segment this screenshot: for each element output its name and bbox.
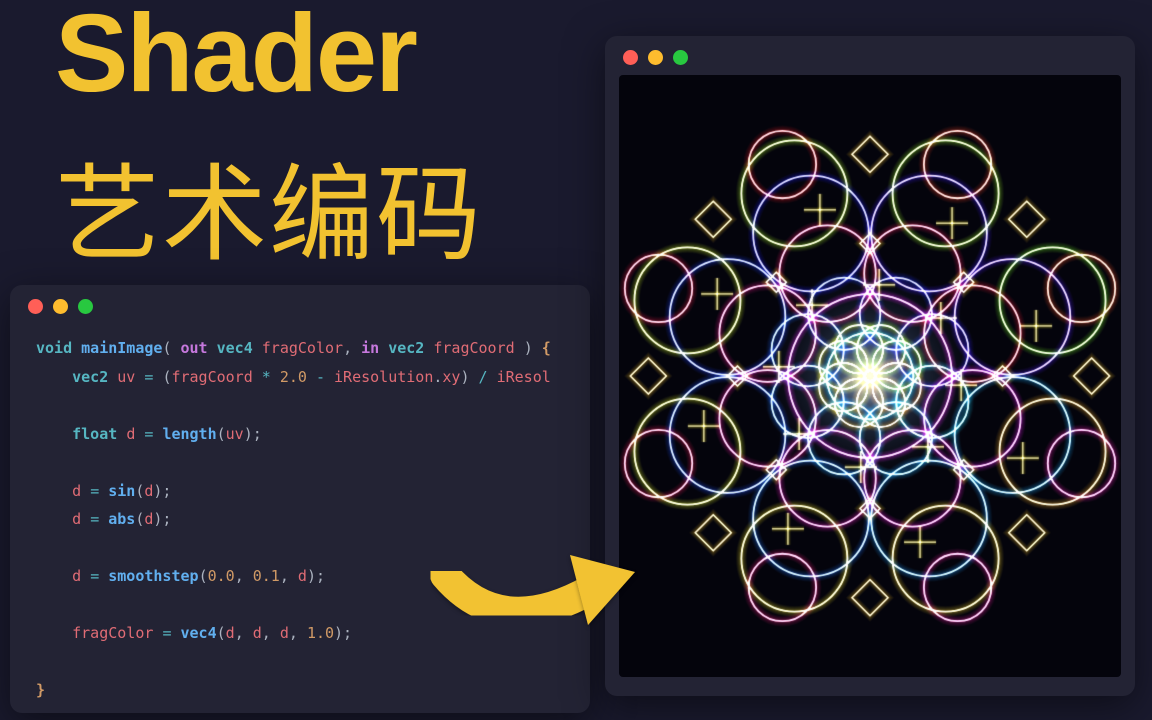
title-cn: 艺术编码 xyxy=(55,130,483,282)
minimize-icon[interactable] xyxy=(53,299,68,314)
maximize-icon[interactable] xyxy=(78,299,93,314)
traffic-lights xyxy=(10,285,590,324)
maximize-icon[interactable] xyxy=(673,50,688,65)
code-window: void mainImage( out vec4 fragColor, in v… xyxy=(10,285,590,713)
shader-canvas-wrap xyxy=(619,75,1121,677)
output-window xyxy=(605,36,1135,696)
code-content: void mainImage( out vec4 fragColor, in v… xyxy=(10,324,590,713)
close-icon[interactable] xyxy=(623,50,638,65)
traffic-lights xyxy=(605,36,1135,75)
shader-canvas xyxy=(619,75,1121,677)
minimize-icon[interactable] xyxy=(648,50,663,65)
title-en: Shader xyxy=(55,0,416,117)
close-icon[interactable] xyxy=(28,299,43,314)
